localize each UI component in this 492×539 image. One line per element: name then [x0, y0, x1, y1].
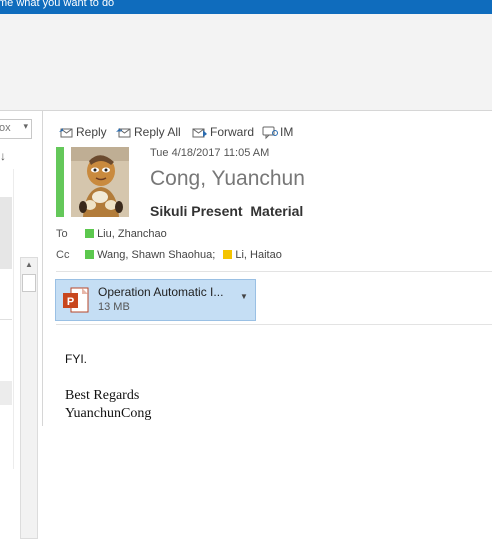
sort-arrow-icon[interactable]: ↓	[0, 149, 6, 163]
folder-pane: ox ▾ ↓ ▲	[0, 111, 43, 539]
list-item[interactable]	[0, 197, 12, 269]
presence-indicator	[85, 250, 95, 259]
powerpoint-icon: P	[63, 287, 89, 313]
body-line: FYI.	[65, 352, 88, 366]
im-button[interactable]: IM	[262, 122, 302, 142]
recipient-name: Li, Haitao	[235, 249, 282, 261]
recipient[interactable]: Wang, Shawn Shaohua;	[85, 249, 215, 261]
sender-presence-bar	[56, 147, 64, 217]
forward-icon	[192, 128, 207, 138]
sender-name[interactable]: Cong, Yuanchun	[150, 167, 305, 191]
message-subject: Sikuli Present Material	[150, 203, 304, 219]
reply-button[interactable]: Reply	[58, 122, 110, 142]
to-recipients-row: To Liu, Zhanchao	[56, 228, 172, 240]
reply-all-button[interactable]: Reply All	[116, 122, 186, 142]
cc-label: Cc	[56, 249, 70, 261]
recipient[interactable]: Li, Haitao	[223, 249, 282, 261]
filter-dropdown[interactable]: ox ▾	[0, 119, 32, 139]
attachment-item[interactable]: P Operation Automatic I... 13 MB ▼	[55, 279, 256, 321]
reply-label: Reply	[76, 125, 107, 139]
forward-label: Forward	[210, 125, 255, 139]
received-date: Tue 4/18/2017 11:05 AM	[150, 147, 270, 159]
divider	[0, 319, 12, 320]
sender-avatar[interactable]	[71, 147, 129, 217]
im-label: IM	[280, 125, 294, 139]
presence-indicator	[223, 250, 233, 259]
list-item[interactable]	[0, 381, 12, 405]
reply-all-label: Reply All	[134, 125, 181, 139]
scroll-thumb[interactable]	[22, 274, 36, 292]
attachment-size: 13 MB	[98, 301, 130, 313]
reply-icon	[59, 128, 73, 138]
to-label: To	[56, 228, 68, 240]
body-line: Best Regards	[65, 388, 140, 403]
ribbon-panel	[0, 14, 492, 111]
scroll-up-icon[interactable]: ▲	[22, 258, 36, 272]
divider	[56, 324, 492, 325]
chevron-down-icon: ▾	[23, 121, 28, 131]
tell-me-text: me what you want to do	[0, 0, 115, 9]
divider	[13, 169, 14, 469]
recipient-name: Liu, Zhanchao	[97, 228, 167, 240]
chevron-down-icon[interactable]: ▼	[240, 292, 248, 301]
recipient[interactable]: Liu, Zhanchao	[85, 228, 167, 240]
presence-indicator	[85, 229, 95, 238]
im-icon	[262, 126, 278, 140]
cc-recipients-row: Cc Wang, Shawn Shaohua; Li, Haitao	[56, 249, 287, 261]
message-list-scrollbar[interactable]: ▲	[20, 257, 38, 539]
reply-all-icon	[116, 128, 131, 138]
attachment-name: Operation Automatic I...	[98, 285, 224, 299]
filter-value: ox	[0, 122, 11, 134]
divider	[56, 271, 492, 272]
avatar-image	[71, 147, 129, 217]
tell-me-bar[interactable]: me what you want to do	[0, 0, 492, 14]
svg-text:P: P	[67, 296, 74, 308]
recipient-name: Wang, Shawn Shaohua;	[97, 249, 216, 261]
forward-button[interactable]: Forward	[192, 122, 258, 142]
body-line: YuanchunCong	[65, 406, 152, 421]
